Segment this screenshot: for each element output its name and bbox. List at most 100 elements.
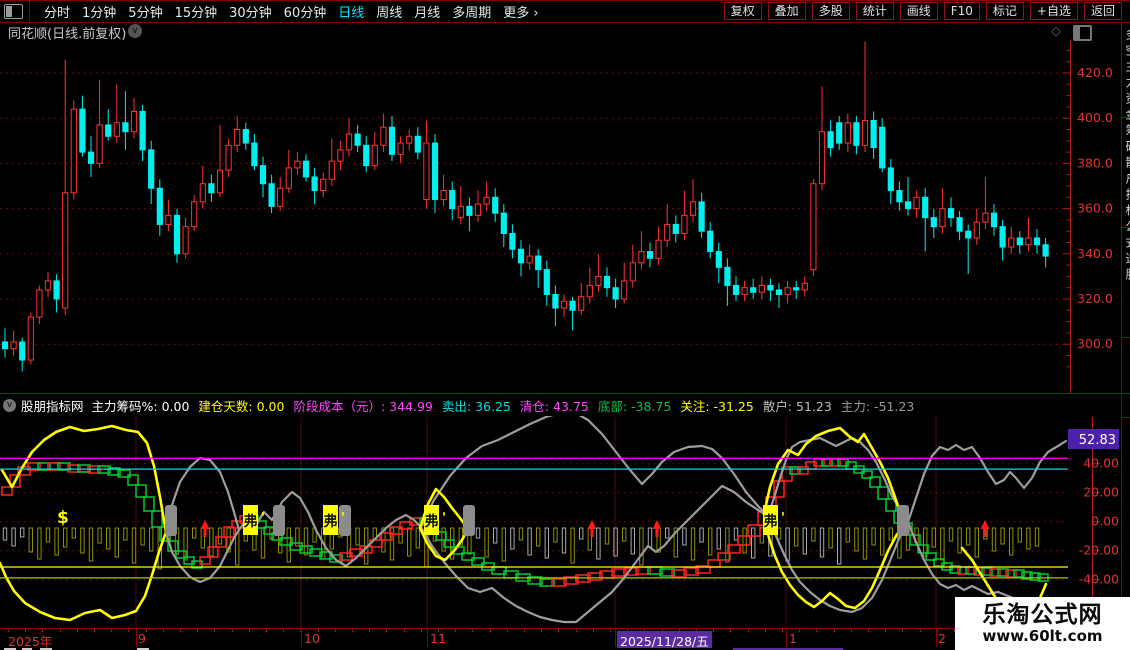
candle-body bbox=[268, 183, 275, 207]
candle-body bbox=[70, 108, 77, 194]
toolbar-button-0[interactable]: 复权 bbox=[723, 2, 762, 20]
candle-body bbox=[474, 203, 482, 216]
candle-body bbox=[500, 212, 507, 234]
toolbar-button-4[interactable]: 画线 bbox=[899, 2, 938, 20]
candle-body bbox=[148, 149, 155, 189]
indicator-bar bbox=[209, 527, 214, 557]
candle-body bbox=[1042, 244, 1049, 257]
candle-body bbox=[371, 144, 378, 167]
indicator-bar bbox=[888, 527, 893, 541]
toolbar-button-1[interactable]: 叠加 bbox=[767, 2, 806, 20]
candle-body bbox=[406, 135, 413, 144]
period-tab-4[interactable]: 30分钟 bbox=[229, 2, 272, 21]
axis-tick bbox=[266, 629, 267, 632]
toolbar-button-5[interactable]: F10 bbox=[943, 2, 980, 20]
axis-tick bbox=[541, 629, 543, 632]
axis-tick bbox=[592, 629, 594, 632]
period-tab-1[interactable]: 1分钟 bbox=[82, 2, 116, 21]
axis-tick bbox=[162, 629, 164, 632]
cost-step-box bbox=[727, 544, 741, 554]
indicator-bar bbox=[501, 527, 507, 562]
collapse-circle-icon[interactable]: v bbox=[3, 398, 16, 412]
candle-body bbox=[896, 190, 903, 203]
period-tab-6[interactable]: 日线 bbox=[338, 2, 364, 21]
candle-body bbox=[784, 287, 791, 295]
candle-body bbox=[388, 126, 396, 155]
axis-tick bbox=[868, 629, 869, 632]
indicator-bar bbox=[1000, 527, 1005, 545]
price-axis-label: 400.0 bbox=[1077, 110, 1113, 125]
toolbar-button-6[interactable]: 标记 bbox=[985, 2, 1024, 20]
indicator-bar bbox=[1017, 527, 1022, 543]
candle-body bbox=[612, 287, 619, 300]
chevron-down-icon[interactable]: v bbox=[128, 24, 142, 38]
period-tab-0[interactable]: 分时 bbox=[44, 2, 70, 21]
toolbar-button-8[interactable]: 返回 bbox=[1083, 2, 1122, 20]
candle-body bbox=[638, 251, 645, 264]
period-tab-8[interactable]: 月线 bbox=[414, 2, 440, 21]
toolbar-button-2[interactable]: 多股 bbox=[811, 2, 850, 20]
indicator-bar bbox=[553, 527, 558, 543]
diamond-icon[interactable]: ◇ bbox=[1051, 24, 1061, 39]
indicator-bar bbox=[2, 527, 8, 541]
candle-body bbox=[939, 208, 946, 228]
indicator-group: 弗 ' 弗 ' 弗 ' 弗 '$ bbox=[0, 416, 1068, 628]
toolbar-button-3[interactable]: 统计 bbox=[855, 2, 894, 20]
candle-body bbox=[956, 217, 963, 232]
candle-body bbox=[62, 192, 69, 309]
indicator-bar bbox=[647, 527, 653, 548]
candle-body bbox=[517, 248, 525, 264]
candle-body bbox=[36, 289, 43, 318]
indicator-bar bbox=[802, 527, 807, 555]
period-tab-5[interactable]: 60分钟 bbox=[284, 2, 327, 21]
candle-body bbox=[681, 214, 688, 234]
candle-body bbox=[775, 289, 783, 295]
candle-body bbox=[818, 131, 826, 185]
right-sidebar-clipped[interactable]: 多空主力资金筹码散户指标公式选股 bbox=[1121, 22, 1130, 650]
toolbar-button-7[interactable]: +自选 bbox=[1029, 2, 1078, 20]
candle-body bbox=[758, 284, 765, 293]
indicator-bar bbox=[149, 527, 154, 552]
candle-body bbox=[277, 187, 284, 207]
indicator-bar bbox=[80, 527, 85, 554]
cost-step-box bbox=[135, 484, 147, 498]
indicator-bar bbox=[871, 527, 876, 546]
period-tab-3[interactable]: 15分钟 bbox=[175, 2, 218, 21]
indicator-bar bbox=[140, 527, 145, 546]
candle-body bbox=[560, 300, 568, 309]
candle-body bbox=[698, 201, 705, 232]
period-tab-9[interactable]: 多周期 bbox=[452, 2, 491, 21]
candle-body bbox=[53, 280, 60, 300]
period-tab-10[interactable]: 更多 › bbox=[503, 2, 538, 21]
period-tab-7[interactable]: 周线 bbox=[376, 2, 402, 21]
candle-body bbox=[96, 124, 103, 164]
indicator-bar bbox=[355, 527, 360, 546]
indicator-bar bbox=[622, 527, 627, 542]
candle-body bbox=[689, 201, 697, 216]
cost-step-box bbox=[1, 486, 13, 496]
candle-body bbox=[990, 212, 998, 228]
indicator-stat-4: 清仓: 43.75 bbox=[519, 398, 589, 414]
cost-step-box bbox=[747, 524, 761, 537]
date-label-2: 10 bbox=[304, 631, 320, 646]
indicator-stat-5: 底部: -38.75 bbox=[597, 398, 672, 414]
sidebar-divider bbox=[1122, 337, 1130, 338]
indicator-bar bbox=[493, 527, 498, 544]
panel-layout-icon[interactable] bbox=[1073, 25, 1092, 41]
axis-tick bbox=[248, 629, 250, 632]
axis-tick bbox=[850, 629, 852, 632]
indicator-bar bbox=[11, 527, 16, 547]
candle-body bbox=[655, 239, 662, 259]
indicator-bar bbox=[544, 527, 549, 559]
period-tab-2[interactable]: 5分钟 bbox=[128, 2, 162, 21]
signal-label-text: 弗 bbox=[244, 513, 258, 530]
price-axis-label: 320.0 bbox=[1077, 291, 1113, 306]
indicator-bar bbox=[97, 527, 102, 544]
candle-body bbox=[578, 296, 585, 311]
window-split-icon[interactable] bbox=[4, 4, 23, 19]
candle-body bbox=[870, 119, 877, 149]
candle-body bbox=[423, 142, 430, 201]
cost-step-box bbox=[737, 535, 751, 546]
indicator-axis-label: 0.00 bbox=[1091, 514, 1119, 529]
toolbar-right-buttons: 复权 叠加 多股 统计 画线 F10 标记 +自选 返回 bbox=[723, 2, 1122, 20]
